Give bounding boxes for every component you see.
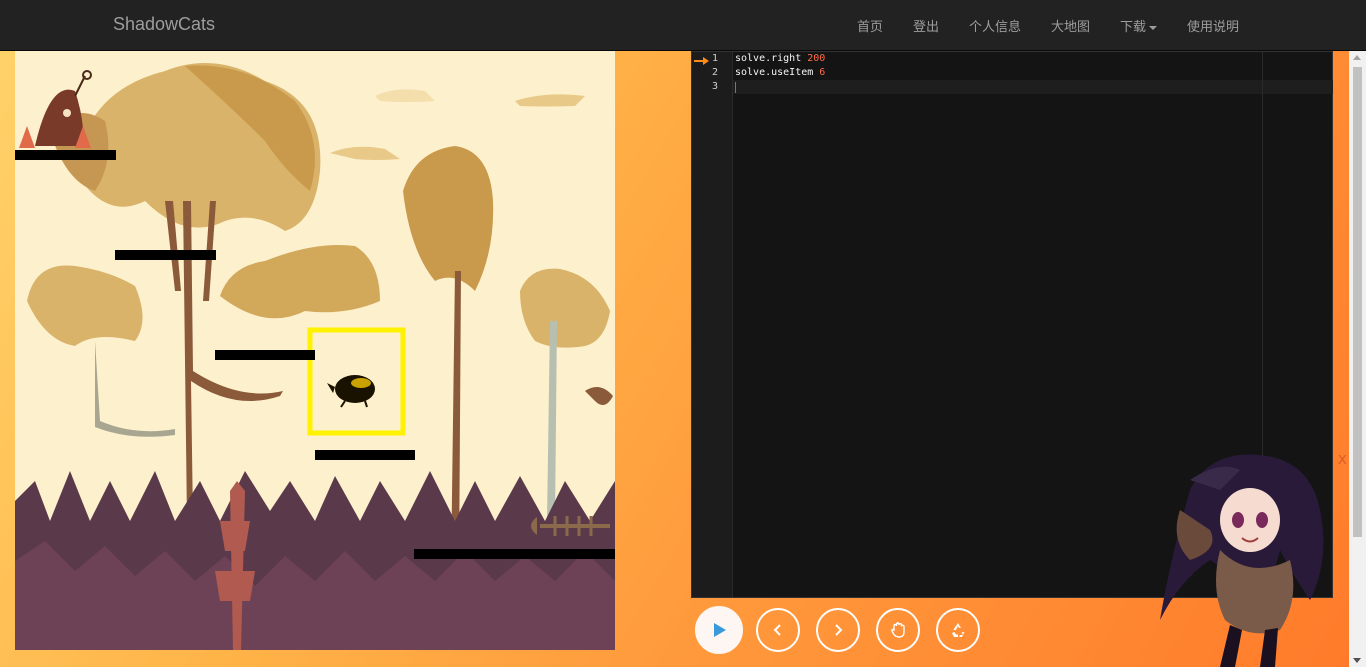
scrollbar-thumb[interactable]	[1353, 67, 1362, 537]
platform	[414, 549, 615, 559]
scroll-up-arrow-icon[interactable]	[1353, 55, 1361, 60]
caret-down-icon	[1149, 25, 1158, 30]
scroll-down-arrow-icon[interactable]	[1353, 658, 1361, 663]
hand-icon	[891, 622, 905, 638]
code-line[interactable]: solve.right 200	[735, 53, 825, 64]
text-cursor	[735, 82, 736, 93]
tree-branch	[95, 341, 175, 437]
nav-profile[interactable]: 个人信息	[969, 16, 1021, 35]
leaf-shape	[585, 387, 613, 405]
platform	[215, 350, 315, 360]
tree-foliage	[403, 146, 494, 291]
nav-world-map[interactable]: 大地图	[1051, 16, 1090, 35]
nav-help[interactable]: 使用说明	[1187, 16, 1239, 35]
step-forward-button[interactable]	[816, 608, 860, 652]
cloud-shape	[330, 146, 400, 160]
chevron-right-icon	[835, 624, 843, 636]
step-back-button[interactable]	[756, 608, 800, 652]
cloud-shape	[375, 89, 435, 102]
nav-logout[interactable]: 登出	[913, 16, 939, 35]
game-scene	[15, 63, 615, 650]
line-number: 1	[711, 53, 718, 64]
nav-download-label: 下载	[1120, 20, 1147, 35]
mascot-character	[1160, 454, 1324, 667]
tree-foliage	[220, 245, 380, 319]
game-canvas[interactable]	[15, 51, 615, 650]
line-number: 3	[711, 81, 718, 92]
tree-foliage	[27, 265, 143, 346]
run-button[interactable]	[695, 606, 743, 654]
nav-download-dropdown[interactable]: 下载	[1120, 16, 1158, 35]
code-line[interactable]: solve.useItem 6	[735, 67, 825, 78]
platform	[15, 150, 116, 160]
stop-button[interactable]	[876, 608, 920, 652]
tree-trunk	[547, 321, 557, 521]
line-number: 2	[711, 67, 718, 78]
cloud-shape	[515, 94, 585, 107]
top-navbar: ShadowCats 首页 登出 个人信息 大地图 下载 使用说明	[0, 0, 1366, 51]
tree-foliage	[520, 268, 610, 348]
tree-trunk	[183, 201, 283, 521]
play-icon	[714, 623, 726, 637]
editor-gutter: 1 2 3	[692, 52, 733, 597]
platform	[315, 450, 415, 460]
recycle-icon	[952, 623, 965, 637]
mascot-close-button[interactable]: X	[1338, 452, 1347, 467]
active-line-highlight	[733, 80, 1333, 94]
goal-sack	[19, 70, 92, 148]
reset-button[interactable]	[936, 608, 980, 652]
player-cat	[327, 375, 375, 408]
brand-logo[interactable]: ShadowCats	[113, 14, 215, 35]
nav-home[interactable]: 首页	[857, 16, 883, 35]
platform	[115, 250, 216, 260]
page-scrollbar[interactable]	[1349, 51, 1366, 667]
chevron-left-icon	[773, 624, 781, 636]
